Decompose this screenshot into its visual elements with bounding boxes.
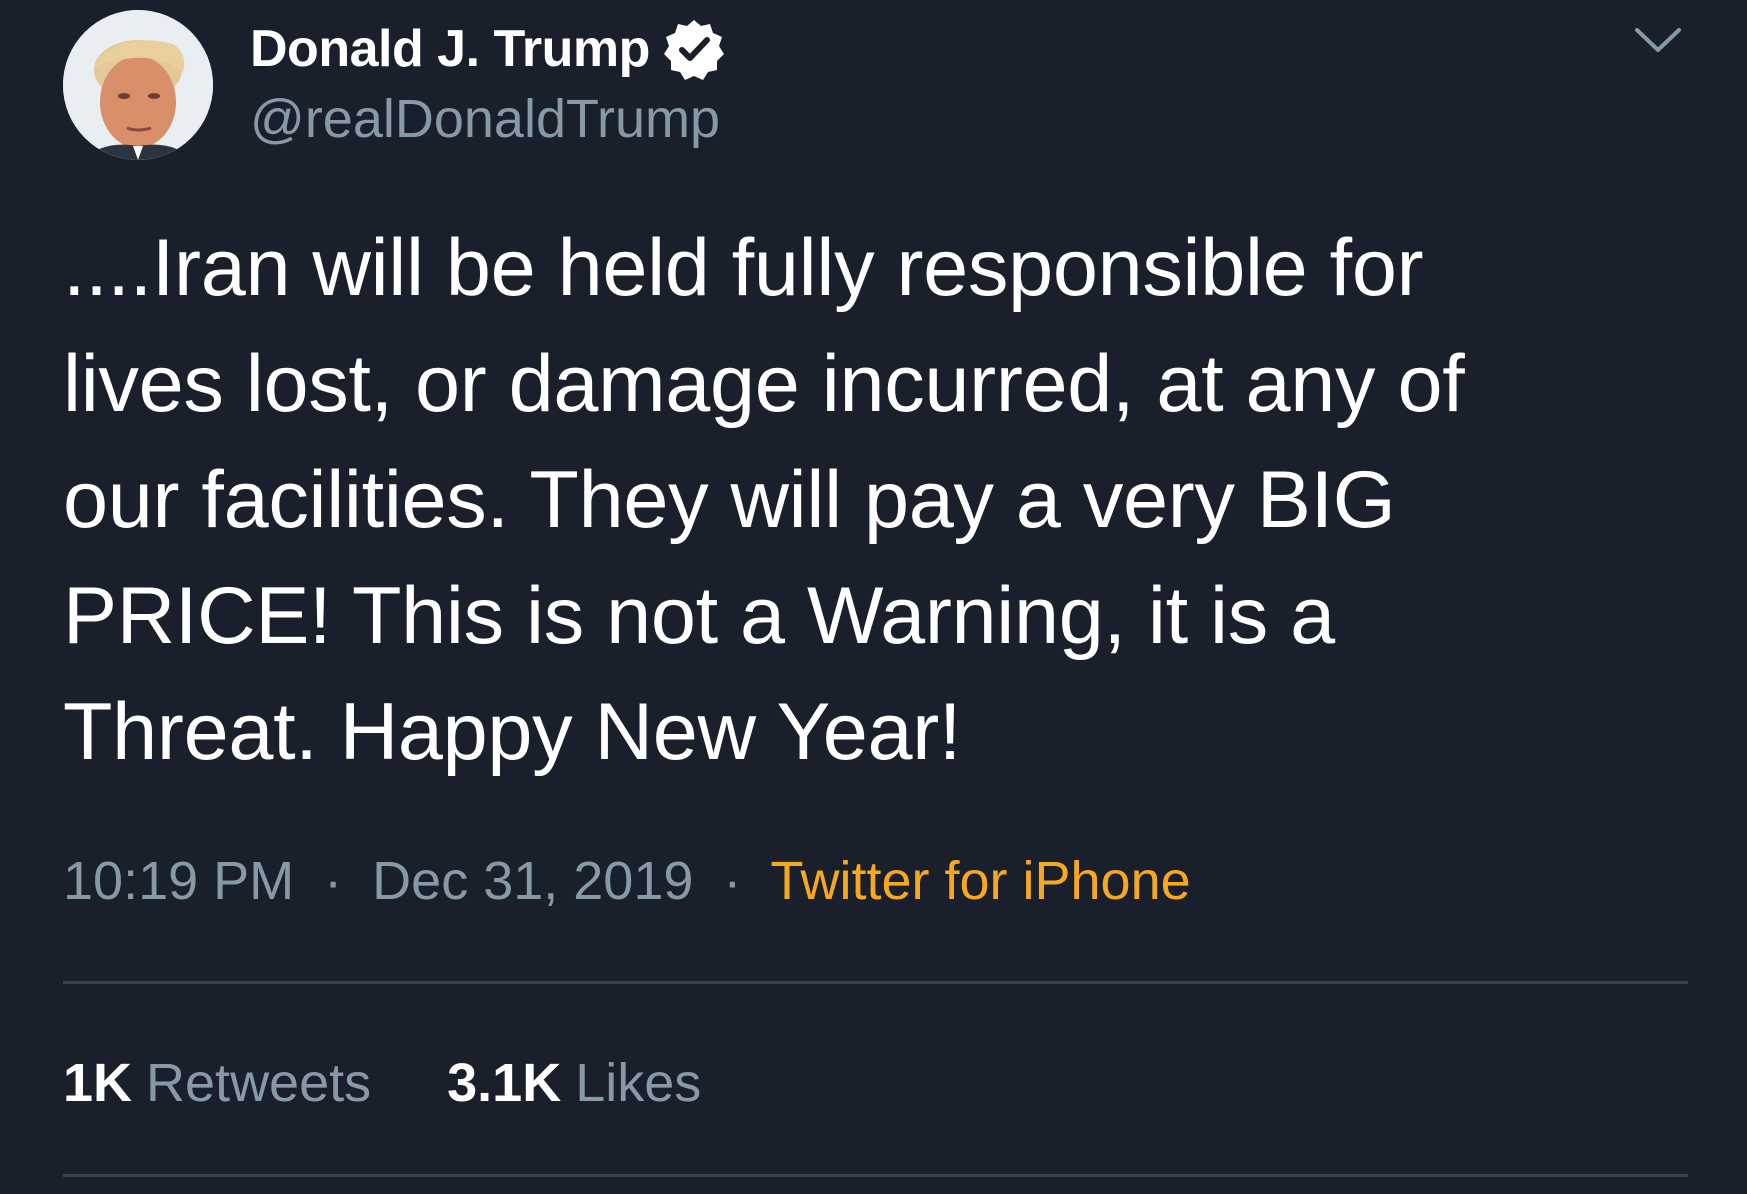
author-name-row[interactable]: Donald J. Trump <box>250 14 726 84</box>
chevron-down-icon <box>1635 28 1681 52</box>
retweets-count: 1K <box>63 1053 133 1113</box>
avatar[interactable] <box>63 10 213 160</box>
tweet-text: ....Iran will be held fully responsible … <box>63 223 1465 777</box>
likes-stat[interactable]: 3.1K Likes <box>447 1052 701 1114</box>
likes-label: Likes <box>575 1053 702 1113</box>
author-display-name[interactable]: Donald J. Trump <box>250 19 650 79</box>
tweet-date[interactable]: Dec 31, 2019 <box>372 851 693 911</box>
tweet-menu-button[interactable] <box>1628 18 1688 62</box>
tweet-stats: 1K Retweets 3.1K Likes <box>63 1052 701 1114</box>
likes-count: 3.1K <box>447 1053 562 1113</box>
meta-separator: · <box>708 851 757 911</box>
meta-separator: · <box>309 851 358 911</box>
divider <box>63 981 1688 984</box>
retweets-label: Retweets <box>146 1053 372 1113</box>
retweets-stat[interactable]: 1K Retweets <box>63 1052 371 1114</box>
tweet-detail: Donald J. Trump @realDonaldTrump ....Ira… <box>0 0 1747 1194</box>
author-handle[interactable]: @realDonaldTrump <box>250 88 720 150</box>
divider <box>63 1174 1688 1177</box>
tweet-time[interactable]: 10:19 PM <box>63 851 294 911</box>
avatar-image <box>63 10 213 160</box>
tweet-metadata: 10:19 PM · Dec 31, 2019 · Twitter for iP… <box>63 850 1191 912</box>
verified-badge-icon <box>662 17 726 81</box>
tweet-source-link[interactable]: Twitter for iPhone <box>770 851 1190 911</box>
